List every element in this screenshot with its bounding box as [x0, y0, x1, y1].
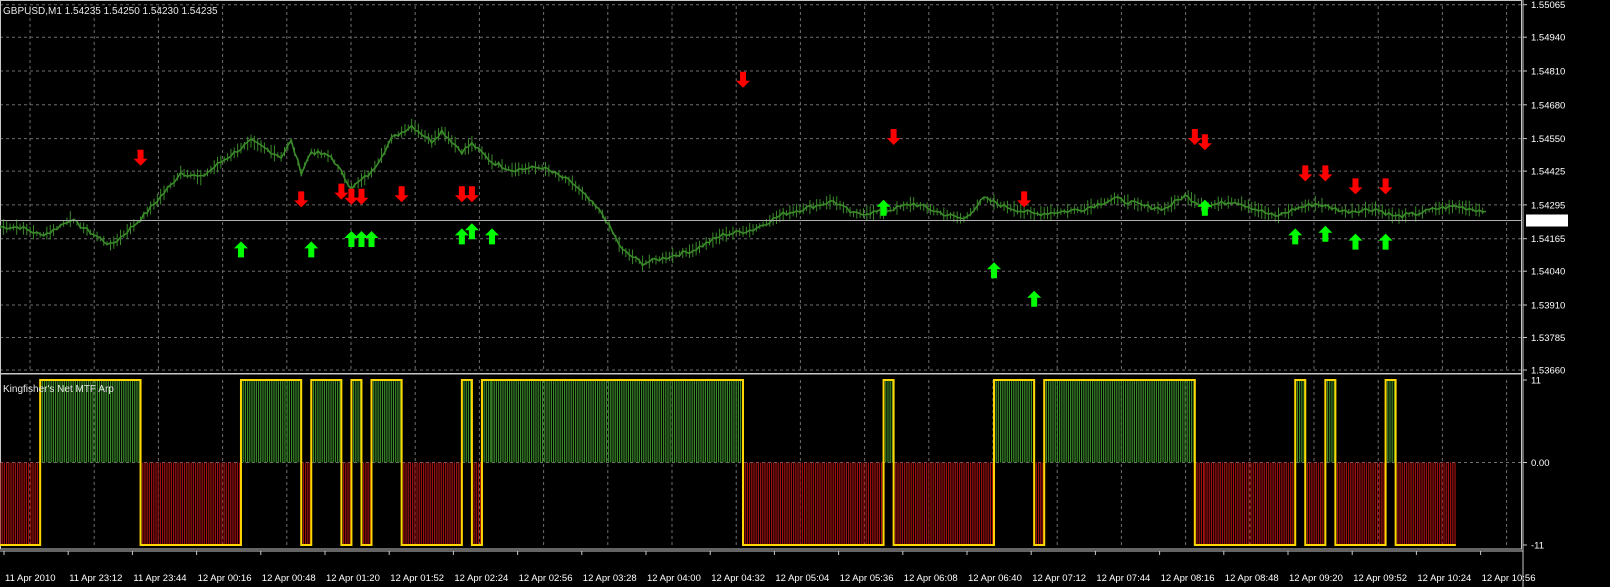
x-tick-label: 12 Apr 10:56	[1482, 573, 1536, 584]
y-tick-label: 1.54425	[1531, 167, 1565, 178]
indicator-label: Kingfisher's Net MTF Arp	[3, 384, 114, 395]
symbol-header: GBPUSD,M1 1.54235 1.54250 1.54230 1.5423…	[3, 6, 218, 17]
x-tick-label: 12 Apr 05:36	[840, 573, 894, 584]
x-tick-label: 12 Apr 06:08	[904, 573, 958, 584]
x-tick-label: 11 Apr 23:12	[69, 573, 122, 584]
y-tick-label: 1.53910	[1531, 301, 1565, 312]
x-tick-label: 11 Apr 23:44	[133, 573, 186, 584]
y-tick-label: 1.54295	[1531, 200, 1565, 211]
y-tick-label: 1.54940	[1531, 33, 1565, 44]
x-tick-label: 12 Apr 01:20	[326, 573, 380, 584]
y-tick-label: 1.54680	[1531, 100, 1565, 111]
trading-chart[interactable]: GBPUSD,M1 1.54235 1.54250 1.54230 1.5423…	[0, 0, 1610, 587]
x-tick-label: 12 Apr 09:52	[1353, 573, 1407, 584]
x-tick-label: 12 Apr 02:56	[519, 573, 573, 584]
x-tick-label: 12 Apr 04:32	[711, 573, 765, 584]
y-tick-label: 1.54165	[1531, 234, 1565, 245]
x-tick-label: 12 Apr 07:44	[1096, 573, 1150, 584]
y-tick-label: 1.53785	[1531, 333, 1565, 344]
y-tick-label: 1.55065	[1531, 0, 1565, 11]
x-tick-label: 12 Apr 00:16	[198, 573, 252, 584]
x-tick-label: 12 Apr 08:48	[1225, 573, 1279, 584]
x-tick-label: 12 Apr 09:20	[1289, 573, 1343, 584]
x-tick-label: 12 Apr 07:12	[1032, 573, 1086, 584]
x-tick-label: 12 Apr 06:40	[968, 573, 1022, 584]
y-tick-label: 1.54550	[1531, 134, 1565, 145]
indicator-y-tick-label: 0.00	[1531, 458, 1550, 469]
x-tick-label: 12 Apr 02:24	[454, 573, 508, 584]
current-price-label: 1.54235	[1529, 216, 1563, 227]
x-tick-label: 12 Apr 08:16	[1161, 573, 1215, 584]
indicator-y-tick-label: 11	[1531, 376, 1541, 387]
x-tick-label: 12 Apr 00:48	[262, 573, 316, 584]
x-tick-label: 12 Apr 05:04	[775, 573, 829, 584]
y-tick-label: 1.54810	[1531, 67, 1565, 78]
x-tick-label: 12 Apr 10:24	[1417, 573, 1471, 584]
x-tick-label: 12 Apr 04:00	[647, 573, 701, 584]
y-tick-label: 1.54040	[1531, 267, 1565, 278]
x-tick-label: 11 Apr 2010	[5, 573, 56, 584]
x-tick-label: 12 Apr 03:28	[583, 573, 637, 584]
indicator-y-tick-label: -11	[1531, 541, 1544, 552]
x-tick-label: 12 Apr 01:52	[390, 573, 444, 584]
